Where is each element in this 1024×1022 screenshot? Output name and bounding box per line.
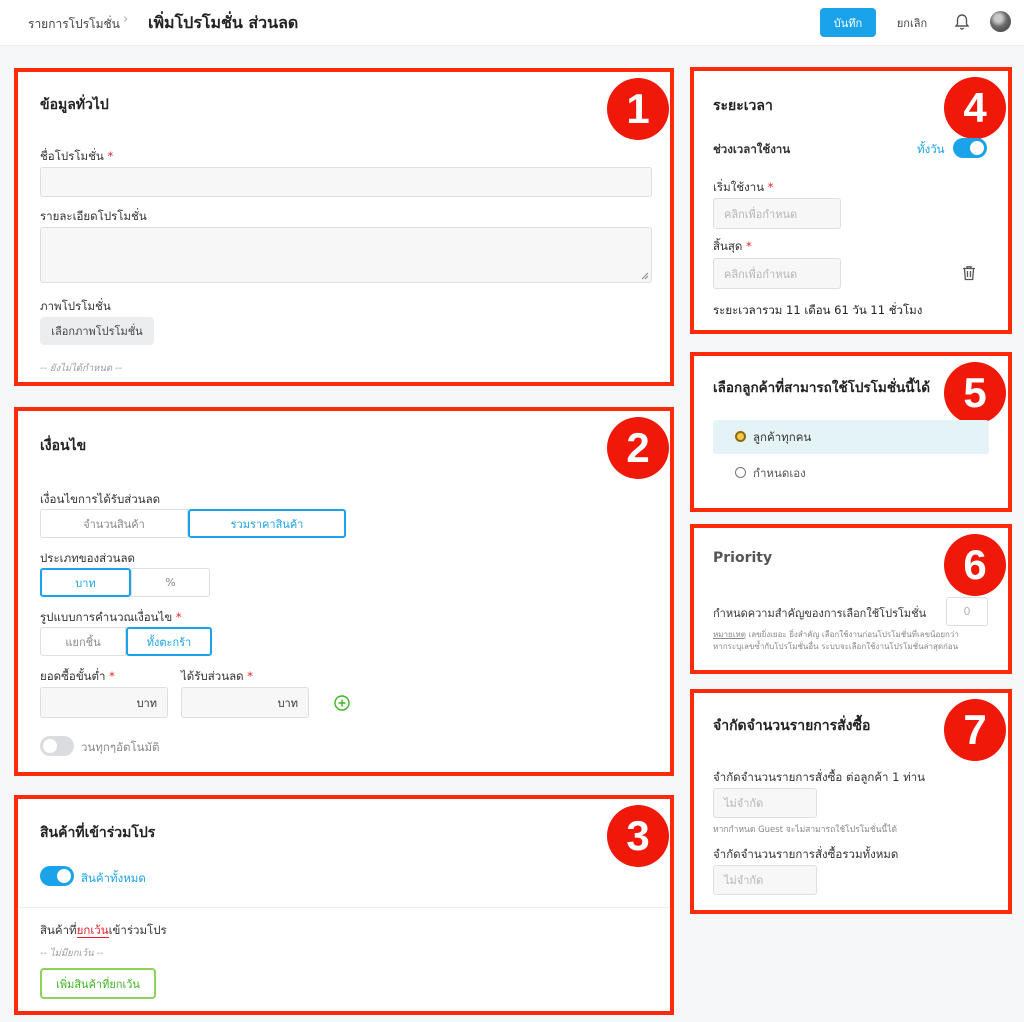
add-excluded-product-button[interactable]: เพิ่มสินค้าที่ยกเว้น: [40, 968, 156, 999]
option-all-customers[interactable]: ลูกค้าทุกคน: [713, 420, 989, 454]
conditions-card: เงื่อนไข 2 เงื่อนไขการได้รับส่วนลด จำนวน…: [14, 407, 674, 776]
per-customer-limit-input[interactable]: ไม่จำกัด: [713, 788, 817, 818]
trash-icon[interactable]: [962, 265, 976, 281]
discount-condition-label: เงื่อนไขการได้รับส่วนลด: [40, 492, 161, 506]
priority-card: Priority 6 กำหนดความสำคัญของการเลือกใช้โ…: [690, 524, 1012, 674]
cancel-button[interactable]: ยกเลิก: [884, 8, 940, 37]
excluded-products-label: สินค้าที่ยกเว้นเข้าร่วมโปร: [40, 923, 167, 938]
products-divider: [18, 907, 670, 908]
step-number-6: 6: [944, 534, 1006, 596]
select-image-button[interactable]: เลือกภาพโปรโมชั่น: [40, 317, 154, 345]
top-bar: รายการโปรโมชั่น › เพิ่มโปรโมชั่น ส่วนลด …: [0, 0, 1024, 46]
products-card: สินค้าที่เข้าร่วมโปร 3 สินค้าทั้งหมด สิน…: [14, 795, 674, 1015]
total-limit-input[interactable]: ไม่จำกัด: [713, 865, 817, 895]
step-number-1: 1: [607, 78, 669, 140]
calculation-type-label: รูปแบบการคำนวณเงื่อนไข *: [40, 610, 182, 624]
discount-type-label: ประเภทของส่วนลด: [40, 551, 135, 565]
customers-card: เลือกลูกค้าที่สามารถใช้โปรโมชั่นนี้ได้ 5…: [690, 352, 1012, 512]
breadcrumb-promotions[interactable]: รายการโปรโมชั่น: [28, 15, 120, 34]
order-limit-title: จำกัดจำนวนรายการสั่งซื้อ: [713, 718, 871, 734]
step-number-3: 3: [607, 805, 669, 867]
all-day-label: ทั้งวัน: [917, 142, 945, 156]
products-title: สินค้าที่เข้าร่วมโปร: [40, 825, 156, 841]
promotion-image-label: ภาพโปรโมชั่น: [40, 299, 111, 313]
per-customer-limit-label: จำกัดจำนวนรายการสั่งซื้อ ต่อลูกค้า 1 ท่า…: [713, 770, 926, 784]
condition-option-total-price[interactable]: รวมราคาสินค้า: [188, 509, 346, 538]
auto-loop-label: วนทุกๆอัตโนมัติ: [81, 740, 160, 754]
step-number-4: 4: [944, 77, 1006, 139]
promotion-detail-label: รายละเอียดโปรโมชั่น: [40, 209, 147, 223]
radio-unselected-icon: [735, 467, 746, 478]
period-title: ระยะเวลา: [713, 98, 773, 114]
step-number-5: 5: [944, 362, 1006, 424]
order-limit-card: จำกัดจำนวนรายการสั่งซื้อ 7 จำกัดจำนวนราย…: [690, 689, 1012, 914]
discount-amount-label: ได้รับส่วนลด *: [181, 669, 253, 683]
resize-handle-icon[interactable]: [641, 272, 649, 280]
minimum-purchase-input[interactable]: บาท: [40, 687, 168, 718]
all-products-toggle[interactable]: [40, 866, 74, 886]
step-number-2: 2: [607, 417, 669, 479]
condition-option-quantity[interactable]: จำนวนสินค้า: [40, 509, 188, 538]
all-customers-label: ลูกค้าทุกคน: [753, 430, 812, 444]
usage-range-label: ช่วงเวลาใช้งาน: [713, 142, 791, 156]
end-date-input[interactable]: คลิกเพื่อกำหนด: [713, 258, 841, 289]
priority-input[interactable]: 0: [946, 597, 988, 626]
general-info-card: ข้อมูลทั่วไป 1 ชื่อโปรโมชั่น * รายละเอีย…: [14, 68, 674, 386]
promotion-name-label: ชื่อโปรโมชั่น *: [40, 149, 114, 163]
discount-amount-input[interactable]: บาท: [181, 687, 309, 718]
minimum-purchase-label: ยอดซื้อขั้นต่ำ *: [40, 669, 115, 683]
no-excluded-text: -- ไม่มียกเว้น --: [40, 948, 104, 959]
customers-title: เลือกลูกค้าที่สามารถใช้โปรโมชั่นนี้ได้: [713, 380, 931, 396]
custom-customers-label: กำหนดเอง: [753, 466, 806, 480]
general-info-title: ข้อมูลทั่วไป: [40, 97, 109, 113]
image-not-set-text: -- ยังไม่ได้กำหนด --: [40, 363, 122, 374]
all-products-label: สินค้าทั้งหมด: [81, 871, 146, 885]
conditions-title: เงื่อนไข: [40, 438, 87, 454]
priority-label: กำหนดความสำคัญของการเลือกใช้โปรโมชั่น: [713, 607, 927, 620]
guest-note: หากกำหนด Guest จะไม่สามารถใช้โปรโมชั่นนี…: [713, 825, 898, 835]
discount-amount-unit: บาท: [277, 696, 298, 710]
total-duration-text: ระยะเวลารวม 11 เดือน 61 วัน 11 ชั่วโมง: [713, 303, 923, 317]
discount-condition-toggle: จำนวนสินค้า รวมราคาสินค้า: [40, 509, 346, 538]
discount-type-baht[interactable]: บาท: [40, 568, 131, 597]
all-day-toggle[interactable]: [953, 138, 987, 158]
minimum-purchase-unit: บาท: [136, 696, 157, 710]
add-circle-icon[interactable]: [334, 695, 350, 711]
start-date-label: เริ่มใช้งาน *: [713, 180, 774, 194]
promotion-detail-textarea[interactable]: [40, 227, 652, 283]
calc-option-per-item[interactable]: แยกชิ้น: [40, 627, 126, 656]
discount-type-toggle: บาท %: [40, 568, 210, 597]
priority-title: Priority: [713, 550, 773, 566]
breadcrumb-separator: ›: [123, 12, 129, 27]
option-custom-customers[interactable]: กำหนดเอง: [713, 458, 989, 488]
total-limit-label: จำกัดจำนวนรายการสั่งซื้อรวมทั้งหมด: [713, 847, 899, 861]
bell-icon[interactable]: [954, 13, 970, 31]
end-date-label: สิ้นสุด *: [713, 239, 752, 253]
start-date-input[interactable]: คลิกเพื่อกำหนด: [713, 198, 841, 229]
calculation-type-toggle: แยกชิ้น ทั้งตะกร้า: [40, 627, 212, 656]
calc-option-whole-cart[interactable]: ทั้งตะกร้า: [126, 627, 212, 656]
step-number-7: 7: [944, 699, 1006, 761]
save-button[interactable]: บันทึก: [820, 8, 876, 37]
avatar[interactable]: [990, 11, 1011, 32]
page-title: เพิ่มโปรโมชั่น ส่วนลด: [148, 13, 299, 32]
period-card: ระยะเวลา 4 ช่วงเวลาใช้งาน ทั้งวัน เริ่มใ…: [690, 67, 1012, 334]
promotion-name-input[interactable]: [40, 167, 652, 197]
auto-loop-toggle[interactable]: [40, 736, 74, 756]
priority-note: หมายเหตุ เลขยิ่งเยอะ ยิ่งสำคัญ เลือกใช้ง…: [713, 630, 959, 651]
radio-selected-icon: [735, 431, 746, 442]
discount-type-percent[interactable]: %: [131, 568, 210, 597]
